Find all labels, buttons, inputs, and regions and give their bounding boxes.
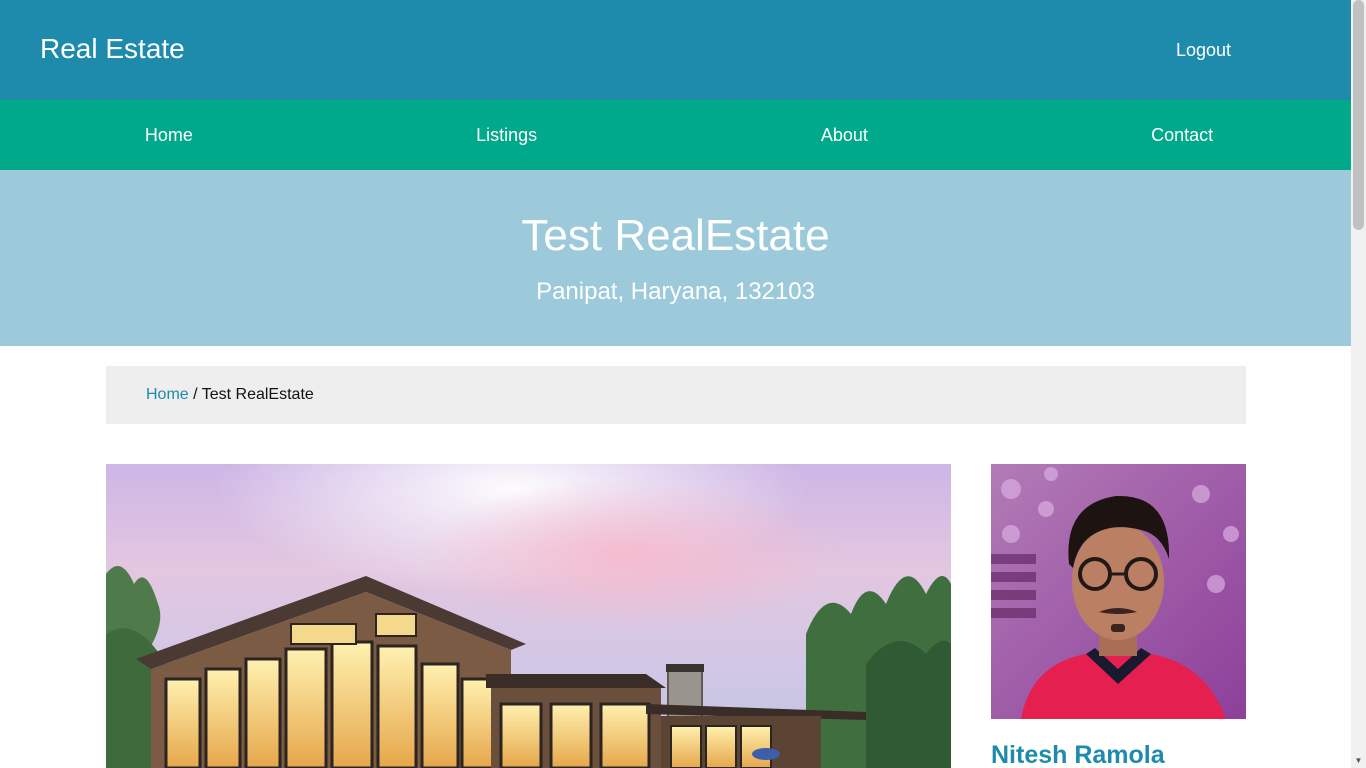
listing-title: Test RealEstate <box>521 211 830 260</box>
nav-item-listings[interactable]: Listings <box>338 100 676 170</box>
breadcrumb-separator: / <box>188 386 202 403</box>
nav-item-home[interactable]: Home <box>0 100 338 170</box>
nav-item-contact[interactable]: Contact <box>1013 100 1351 170</box>
breadcrumb: Home / Test RealEstate <box>106 366 1246 424</box>
realtor-name: Nitesh Ramola <box>991 741 1165 768</box>
top-header: Real Estate Logout <box>0 0 1351 100</box>
logout-link[interactable]: Logout <box>1176 39 1231 61</box>
page-scrollbar[interactable]: ▲ ▼ <box>1351 0 1366 768</box>
realtor-portrait-icon <box>991 464 1246 719</box>
listing-hero: Test RealEstate Panipat, Haryana, 132103 <box>0 170 1351 346</box>
breadcrumb-current: Test RealEstate <box>201 386 314 403</box>
house-photo-icon <box>106 464 951 768</box>
scrollbar-thumb[interactable] <box>1353 0 1364 230</box>
brand-logo-link[interactable]: Real Estate <box>40 31 185 67</box>
realtor-photo <box>991 464 1246 719</box>
breadcrumb-home-link[interactable]: Home <box>146 386 189 403</box>
scroll-down-arrow-icon[interactable]: ▼ <box>1351 753 1366 768</box>
listing-address: Panipat, Haryana, 132103 <box>536 278 815 305</box>
listing-main-image[interactable] <box>106 464 951 768</box>
page: Real Estate Logout Home Listings About C… <box>0 0 1351 768</box>
main-nav: Home Listings About Contact <box>0 100 1351 170</box>
nav-item-about[interactable]: About <box>676 100 1014 170</box>
